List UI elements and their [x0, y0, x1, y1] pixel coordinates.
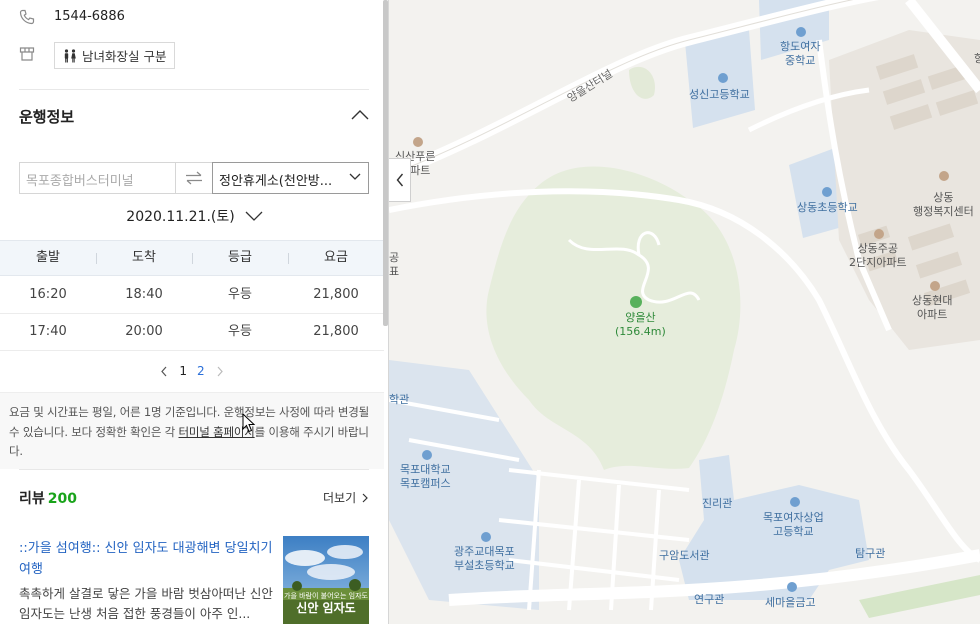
thumb-caption: 신안 임자도	[296, 600, 355, 615]
divider	[19, 89, 369, 90]
cell-fare: 21,800	[313, 287, 359, 302]
date-selector[interactable]: 2020.11.21.(토)	[0, 205, 388, 227]
map-label-gwangju-school[interactable]: 광주교대목포 부설초등학교	[454, 545, 515, 573]
review-thumbnail[interactable]: 가을 바람이 불어오는 임자도 신안 임자도	[283, 536, 369, 624]
phone-number[interactable]: 1544-6886	[54, 9, 125, 24]
map-label-jilli-hall[interactable]: 진리관	[702, 497, 732, 511]
table-row: 17:40 20:00 우등 21,800	[0, 314, 384, 351]
map-label-guam-library[interactable]: 구암도서관	[659, 549, 710, 563]
review-photo-image: 가을 바람이 불어오는 임자도 신안 임자도	[283, 536, 369, 624]
section-title-schedule: 운행정보	[19, 108, 75, 126]
cell-depart: 16:20	[29, 287, 67, 302]
map-label-edge-hang: 항	[974, 52, 980, 65]
facility-store-icon	[19, 47, 35, 61]
map-label-saemaeul-bank[interactable]: 세마을금고	[765, 596, 816, 610]
table-row: 16:20 18:40 우등 21,800	[0, 277, 384, 314]
map-label-hyundai-apt[interactable]: 상동현대 아파트	[912, 294, 952, 322]
page-2[interactable]: 2	[197, 364, 205, 378]
map-label-edge-hak: 학관	[389, 393, 410, 406]
destination-select[interactable]: 정안휴게소(천안방...	[212, 162, 369, 194]
mouse-cursor-icon	[242, 413, 256, 433]
phone-icon	[19, 9, 35, 25]
review-title: 리뷰 200	[19, 491, 77, 507]
map-label-edge-gong: 공 표	[389, 251, 400, 278]
departure-input[interactable]: 목포종합버스터미널	[19, 162, 176, 194]
map-label-mountain[interactable]: 양을산 (156.4m)	[615, 311, 666, 339]
review-more-button[interactable]: 더보기	[323, 489, 368, 506]
map-view[interactable]: 양을산터널 성신고등학교 항도여자 중학교 신산푸른 아파트 상동초등학교 상동…	[389, 0, 980, 624]
review-item-excerpt: 촉촉하게 살결로 닿은 가을 바람 벗삼아떠난 신안 임자도는 난생 처음 접한…	[19, 586, 273, 621]
station-info-panel: 1544-6886 남녀화장실 구분 운행정보 목포종합버스터미널 정안휴게소(…	[0, 0, 389, 624]
cell-depart: 17:40	[29, 324, 67, 339]
cell-grade: 우등	[228, 324, 252, 339]
panel-scrollbar[interactable]	[383, 0, 388, 326]
cell-grade: 우등	[228, 287, 252, 302]
chevron-left-icon	[396, 173, 403, 187]
col-header: 등급	[192, 241, 288, 275]
thumb-subcaption: 가을 바람이 불어오는 임자도	[284, 591, 369, 600]
toilet-label: 남녀화장실 구분	[82, 49, 167, 64]
map-label-jugong-apt[interactable]: 상동주공 2단지아파트	[849, 242, 907, 270]
chevron-right-icon	[362, 493, 368, 502]
chevron-right-icon[interactable]	[216, 366, 224, 377]
collapse-panel-button[interactable]	[389, 158, 411, 202]
map-label-seongsin-school[interactable]: 성신고등학교	[689, 88, 750, 102]
review-count: 200	[47, 491, 77, 507]
toilet-badge: 남녀화장실 구분	[54, 42, 176, 69]
col-header: 요금	[288, 241, 384, 275]
cell-arrive: 20:00	[125, 324, 163, 339]
review-item-title[interactable]: ::가을 섬여행:: 신안 임자도 대광해변 당일치기 여행	[19, 538, 274, 580]
swap-button[interactable]	[176, 162, 212, 194]
date-value: 2020.11.21.(토)	[126, 209, 235, 225]
map-label-sangdong-center[interactable]: 상동 행정복지센터	[913, 191, 974, 219]
cell-fare: 21,800	[313, 324, 359, 339]
col-header: 출발	[36, 250, 60, 265]
cell-arrive: 18:40	[125, 287, 163, 302]
route-selector: 목포종합버스터미널 정안휴게소(천안방...	[19, 162, 369, 194]
chevron-down-icon	[349, 173, 361, 180]
map-canvas[interactable]	[389, 0, 980, 624]
pagination: 1 2	[0, 362, 384, 380]
map-label-hangdo-school[interactable]: 항도여자 중학교	[780, 40, 820, 68]
divider	[19, 469, 369, 470]
chevron-up-icon[interactable]	[351, 109, 369, 121]
map-label-mokpo-univ[interactable]: 목포대학교 목포캠퍼스	[400, 463, 451, 491]
map-label-tamgu-hall[interactable]: 탐구관	[855, 547, 885, 561]
schedule-notice: 요금 및 시간표는 평일, 어른 1명 기준입니다. 운행정보는 사정에 따라 …	[0, 392, 384, 469]
swap-arrows-icon	[186, 171, 202, 185]
chevron-down-icon	[245, 211, 263, 221]
schedule-table-header: 출발 도착 등급 요금	[0, 240, 384, 276]
col-header: 도착	[96, 241, 192, 275]
restroom-icon	[64, 48, 76, 62]
page-1[interactable]: 1	[179, 364, 187, 378]
map-label-yeongu-hall[interactable]: 연구관	[694, 593, 724, 607]
map-label-sangdong-school[interactable]: 상동초등학교	[797, 201, 858, 215]
destination-value: 정안휴게소(천안방...	[219, 174, 333, 189]
map-label-mokpo-girls-school[interactable]: 목포여자상업 고등학교	[763, 511, 824, 539]
chevron-left-icon[interactable]	[160, 366, 168, 377]
